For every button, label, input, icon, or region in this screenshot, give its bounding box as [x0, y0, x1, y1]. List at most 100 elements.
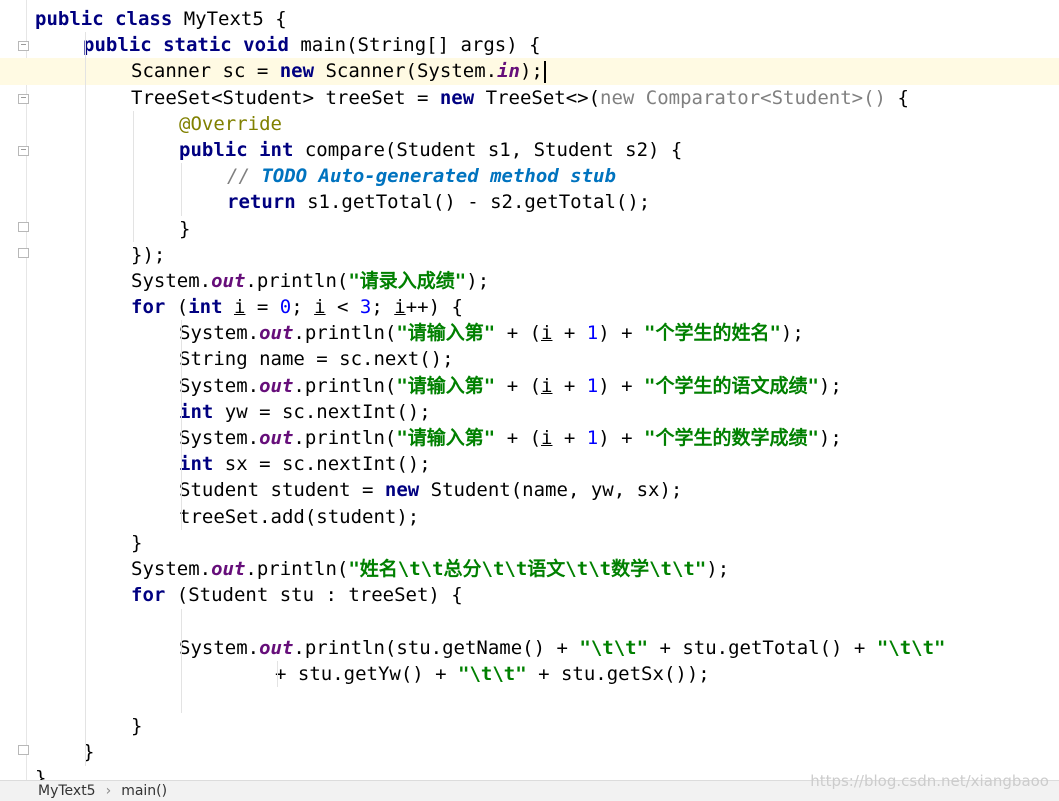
code-token: ; — [291, 296, 315, 319]
code-token: for — [131, 584, 177, 607]
code-token: int — [179, 453, 225, 476]
code-token: + — [552, 374, 587, 397]
code-token: 0 — [279, 296, 292, 319]
code-token: "\t\t" — [579, 636, 649, 659]
code-token: < — [325, 296, 360, 319]
code-token: MyText5 { — [183, 8, 287, 30]
code-token: ; — [371, 296, 395, 319]
code-token: System. — [179, 636, 260, 659]
fold-marker-icon[interactable] — [18, 41, 29, 52]
code-token: new — [439, 86, 486, 109]
code-line[interactable]: public class MyText5 { — [0, 6, 1059, 32]
code-token: Student(name, yw, sx); — [430, 479, 683, 502]
code-line[interactable]: } — [0, 713, 1059, 739]
code-token: out — [211, 269, 246, 292]
code-token: ); — [706, 557, 730, 580]
code-token: public int — [179, 138, 305, 161]
code-token: System. — [131, 269, 212, 292]
code-token: @Override — [179, 112, 282, 135]
breadcrumb-method[interactable]: main() — [121, 783, 167, 799]
code-token: ) + — [598, 322, 645, 345]
code-line[interactable]: int yw = sc.nextInt(); — [0, 399, 1059, 425]
code-token: System. — [131, 557, 212, 580]
breadcrumb-class[interactable]: MyText5 — [38, 783, 96, 799]
code-token: i — [233, 296, 246, 319]
code-token: + stu.getYw() + — [275, 662, 459, 685]
code-token: .println( — [245, 269, 349, 292]
fold-marker-icon[interactable] — [18, 93, 29, 104]
fold-marker-icon[interactable] — [18, 145, 29, 156]
code-line[interactable]: Scanner sc = new Scanner(System.in); — [0, 58, 1059, 85]
code-token: i — [541, 374, 553, 397]
code-token: ++) { — [405, 296, 463, 319]
code-token: public class — [35, 8, 184, 30]
code-token: .println( — [245, 557, 349, 580]
fold-marker-icon[interactable] — [18, 221, 29, 232]
code-line[interactable]: System.out.println("请输入第" + (i + 1) + "个… — [0, 425, 1059, 451]
code-token: (Student stu : treeSet) { — [176, 584, 463, 607]
code-token: .println( — [293, 427, 397, 449]
code-token: System. — [179, 374, 260, 397]
code-token: out — [259, 374, 294, 397]
code-token: i — [314, 296, 326, 319]
code-token: + stu.getTotal() + — [648, 636, 877, 659]
code-line[interactable]: System.out.println(stu.getName() + "\t\t… — [0, 635, 1059, 661]
code-line[interactable]: String name = sc.next(); — [0, 346, 1059, 372]
code-token: System. — [179, 322, 260, 345]
code-token: treeSet.add(student); — [179, 505, 420, 528]
code-line[interactable]: TreeSet<Student> treeSet = new TreeSet<>… — [0, 85, 1059, 111]
code-line[interactable]: treeSet.add(student); — [0, 504, 1059, 530]
code-token: "请输入第" — [396, 427, 496, 449]
code-token: in — [497, 60, 520, 83]
fold-marker-icon[interactable] — [18, 247, 29, 258]
code-editor[interactable]: public class MyText5 {public static void… — [0, 0, 1059, 780]
code-line[interactable]: } — [0, 530, 1059, 556]
indent-guide — [277, 661, 278, 688]
indent-guide — [181, 163, 182, 216]
code-token: + — [552, 427, 587, 449]
code-line[interactable]: for (int i = 0; i < 3; i++) { — [0, 294, 1059, 320]
code-token: 1 — [586, 374, 599, 397]
code-line[interactable]: System.out.println("姓名\t\t总分\t\t语文\t\t数学… — [0, 556, 1059, 582]
code-line[interactable]: System.out.println("请录入成绩"); — [0, 268, 1059, 294]
code-token: Student student = — [179, 479, 385, 502]
code-token: + ( — [495, 374, 542, 397]
code-token: i — [541, 427, 553, 449]
code-line[interactable] — [0, 687, 1059, 713]
code-line[interactable]: System.out.println("请输入第" + (i + 1) + "个… — [0, 320, 1059, 346]
code-token: "\t\t" — [876, 636, 946, 659]
code-token: { — [897, 86, 909, 109]
code-token: "个学生的数学成绩" — [644, 427, 819, 449]
code-token: ) + — [598, 427, 645, 449]
code-line[interactable]: } — [0, 739, 1059, 765]
code-token: System. — [179, 427, 260, 449]
code-area[interactable]: public class MyText5 {public static void… — [0, 6, 1059, 780]
code-token: sx = sc.nextInt(); — [224, 453, 431, 476]
code-line[interactable]: }); — [0, 242, 1059, 268]
code-token: "个学生的姓名" — [644, 322, 781, 345]
code-line[interactable]: Student student = new Student(name, yw, … — [0, 477, 1059, 503]
code-token: public static void — [83, 34, 301, 57]
code-line[interactable]: System.out.println("请输入第" + (i + 1) + "个… — [0, 373, 1059, 399]
code-line[interactable]: int sx = sc.nextInt(); — [0, 451, 1059, 477]
code-token: } — [131, 531, 143, 554]
code-token: TODO Auto-generated method stub — [261, 165, 616, 188]
code-line[interactable]: public int compare(Student s1, Student s… — [0, 137, 1059, 163]
indent-guide — [181, 608, 182, 714]
code-line[interactable]: return s1.getTotal() - s2.getTotal(); — [0, 189, 1059, 215]
code-token: String name = sc.next(); — [179, 348, 454, 371]
code-line[interactable]: for (Student stu : treeSet) { — [0, 582, 1059, 608]
code-token: "个学生的语文成绩" — [644, 374, 819, 397]
fold-marker-icon[interactable] — [18, 745, 29, 756]
code-token: ); — [818, 374, 842, 397]
code-token: = — [245, 296, 280, 319]
code-line[interactable]: + stu.getYw() + "\t\t" + stu.getSx()); — [0, 661, 1059, 687]
code-line[interactable]: } — [0, 216, 1059, 242]
code-token: TreeSet<>( — [485, 86, 601, 109]
code-line[interactable]: public static void main(String[] args) { — [0, 32, 1059, 58]
code-token: new — [279, 60, 326, 83]
code-line[interactable]: @Override — [0, 111, 1059, 137]
code-line[interactable]: // TODO Auto-generated method stub — [0, 163, 1059, 189]
code-line[interactable] — [0, 608, 1059, 634]
indent-guide — [133, 110, 134, 242]
